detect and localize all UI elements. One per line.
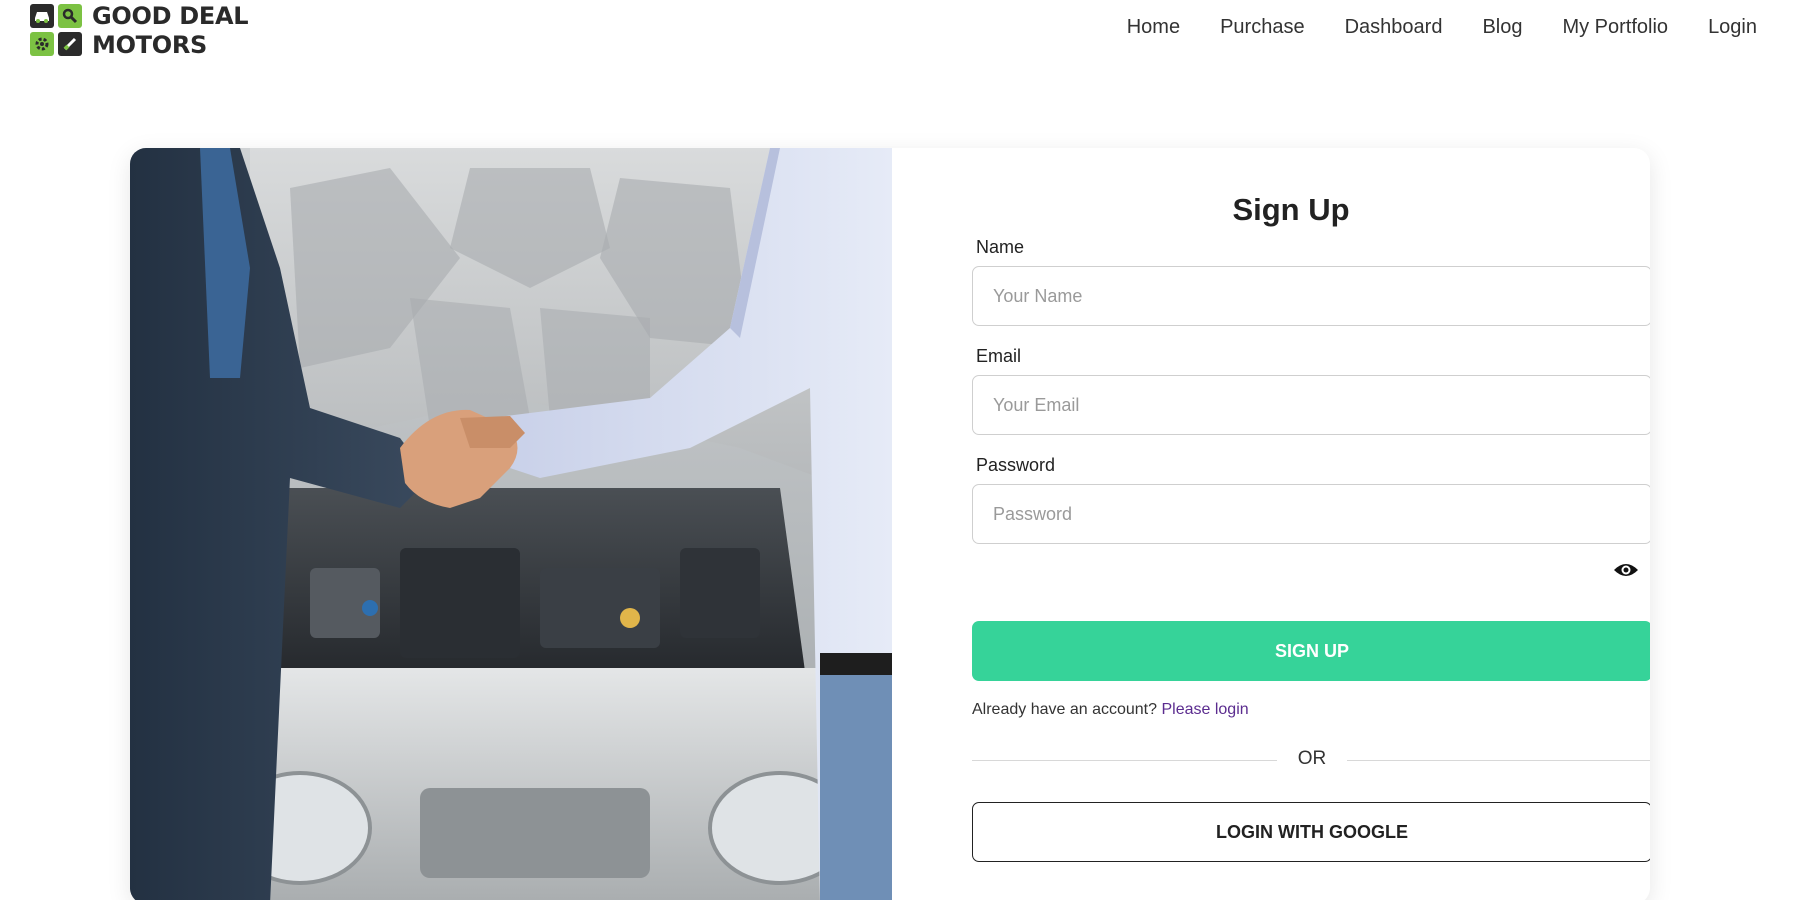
nav-my-portfolio[interactable]: My Portfolio <box>1562 16 1668 39</box>
signup-form: Sign Up Name Email Password SIGN UP Alre… <box>932 148 1650 900</box>
password-input[interactable] <box>972 484 1650 544</box>
or-label: OR <box>1297 748 1327 769</box>
nav-dashboard[interactable]: Dashboard <box>1345 16 1443 39</box>
form-title: Sign Up <box>1232 192 1350 227</box>
site-header: GOOD DEAL MOTORS Home Purchase Dashboard… <box>0 0 1797 70</box>
divider-line-left <box>972 760 1277 761</box>
password-label: Password <box>976 455 1056 475</box>
name-input[interactable] <box>972 266 1650 326</box>
nav-login[interactable]: Login <box>1708 16 1757 39</box>
login-with-google-button[interactable]: LOGIN WITH GOOGLE <box>972 802 1650 862</box>
brand-name: GOOD DEAL MOTORS <box>92 2 249 60</box>
email-label: Email <box>976 346 1022 366</box>
brand-line-1: GOOD DEAL <box>92 2 249 30</box>
divider-line-right <box>1347 760 1650 761</box>
email-input[interactable] <box>972 375 1650 435</box>
wrench-icon <box>58 4 82 28</box>
main-nav: Home Purchase Dashboard Blog My Portfoli… <box>1087 16 1757 39</box>
already-label: Already have an account? <box>972 701 1158 718</box>
signup-button[interactable]: SIGN UP <box>972 621 1650 681</box>
signup-card: Sign Up Name Email Password SIGN UP Alre… <box>130 148 1650 900</box>
nav-home[interactable]: Home <box>1127 16 1180 39</box>
or-divider: OR <box>972 748 1650 772</box>
nav-blog[interactable]: Blog <box>1482 16 1522 39</box>
logo-icon-grid <box>30 4 84 58</box>
car-engine-icon <box>30 4 54 28</box>
please-login-link[interactable]: Please login <box>1161 701 1248 718</box>
eye-icon[interactable] <box>1612 560 1640 580</box>
already-account-text: Already have an account? Please login <box>972 701 1249 719</box>
handshake-car-photo <box>130 148 892 900</box>
nav-purchase[interactable]: Purchase <box>1220 16 1305 39</box>
brand-line-2: MOTORS <box>92 31 208 59</box>
screwdriver-icon <box>58 32 82 56</box>
brand-logo[interactable]: GOOD DEAL MOTORS <box>30 2 249 60</box>
name-label: Name <box>976 237 1025 257</box>
gear-icon <box>30 32 54 56</box>
